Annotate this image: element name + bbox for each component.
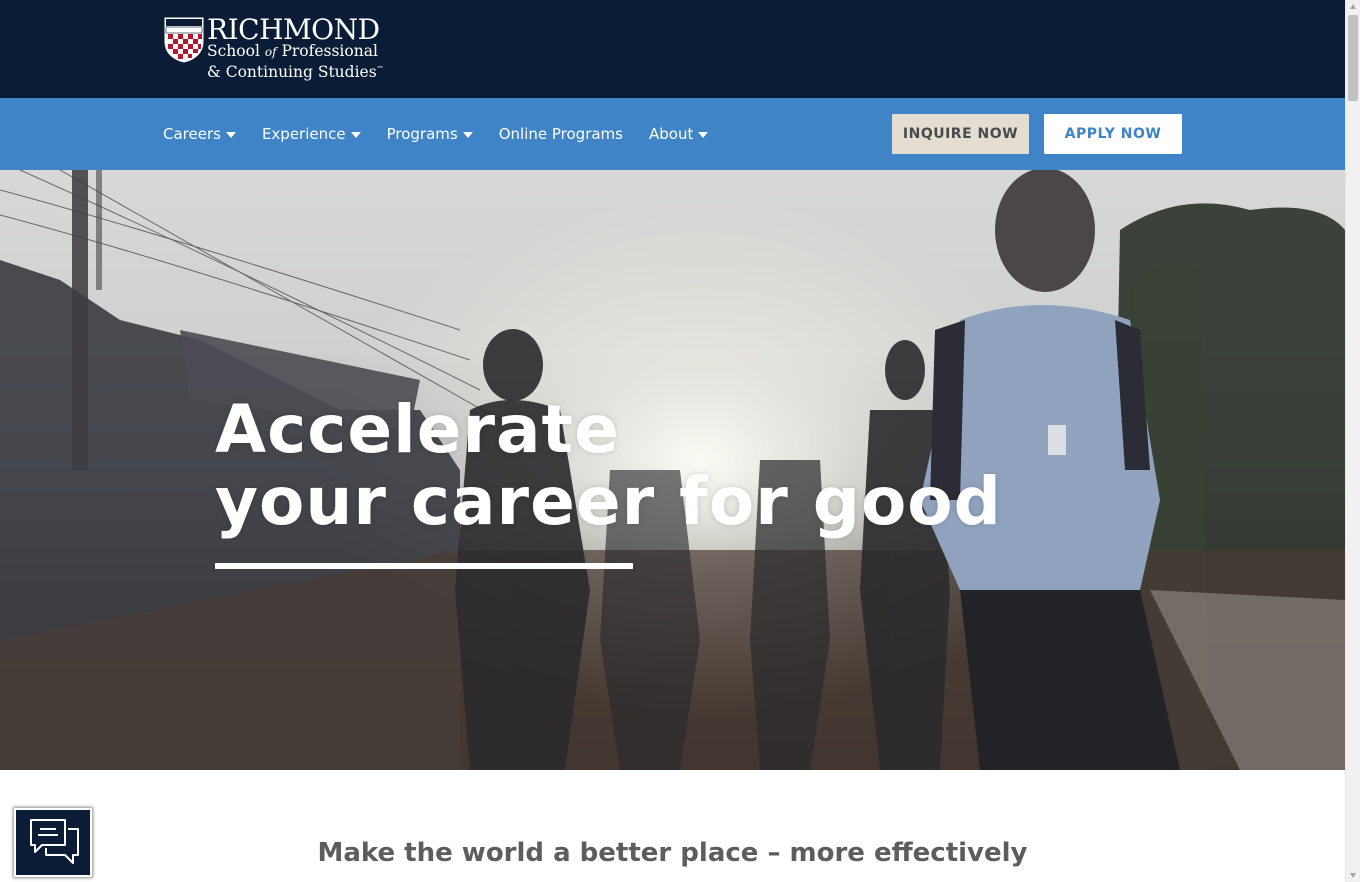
apply-now-button[interactable]: APPLY NOW [1044, 114, 1182, 154]
logo-wordmark: RICHMOND School of Professional & Contin… [207, 15, 384, 81]
site-logo[interactable]: RICHMOND School of Professional & Contin… [163, 15, 393, 81]
nav-item-label: About [648, 125, 694, 143]
logo-subtitle-line1: School of Professional [207, 43, 384, 61]
page: RICHMOND School of Professional & Contin… [0, 0, 1345, 882]
chat-bubbles-icon [30, 819, 79, 864]
section-tagline: Make the world a better place – more eff… [317, 838, 1028, 868]
nav-item-label: Experience [261, 125, 346, 143]
nav-item-programs[interactable]: Programs [387, 125, 473, 143]
logo-professional-word: Professional [276, 42, 378, 60]
caret-down-icon [462, 132, 473, 138]
main-navbar: Careers Experience Programs Online Progr… [0, 98, 1345, 170]
scroll-up-arrow-icon[interactable] [1350, 4, 1356, 9]
caret-down-icon [225, 132, 236, 138]
logo-trademark: ™ [376, 65, 384, 73]
scroll-down-arrow-icon[interactable] [1350, 873, 1356, 878]
nav-menu: Careers Experience Programs Online Progr… [163, 98, 734, 170]
nav-item-about[interactable]: About [648, 125, 709, 143]
chat-widget-button[interactable] [14, 808, 92, 877]
hero-underline [215, 563, 633, 569]
logo-school-word: School [207, 42, 265, 60]
logo-continuing-studies: & Continuing Studies [207, 63, 377, 82]
logo-subtitle-line2: & Continuing Studies™ [207, 61, 384, 81]
caret-down-icon [698, 132, 709, 138]
hero-title: Accelerate your career for good [215, 394, 1002, 538]
inquire-now-button[interactable]: INQUIRE NOW [892, 114, 1029, 154]
university-shield-icon [163, 16, 205, 64]
logo-of-word: of [264, 45, 277, 59]
site-header: RICHMOND School of Professional & Contin… [0, 0, 1345, 98]
nav-item-label: Online Programs [498, 125, 623, 143]
logo-name: RICHMOND [207, 13, 380, 46]
nav-item-careers[interactable]: Careers [163, 125, 236, 143]
nav-item-label: Programs [386, 125, 458, 143]
page-scrollbar[interactable] [1345, 0, 1360, 882]
nav-item-experience[interactable]: Experience [262, 125, 361, 143]
nav-item-online-programs[interactable]: Online Programs [499, 125, 623, 143]
hero-banner: Accelerate your career for good [0, 170, 1345, 770]
hero-title-line2: your career for good [215, 463, 1002, 540]
caret-down-icon [350, 132, 361, 138]
nav-item-label: Careers [163, 125, 221, 143]
hero-title-line1: Accelerate [215, 391, 620, 468]
scrollbar-thumb[interactable] [1348, 15, 1358, 101]
